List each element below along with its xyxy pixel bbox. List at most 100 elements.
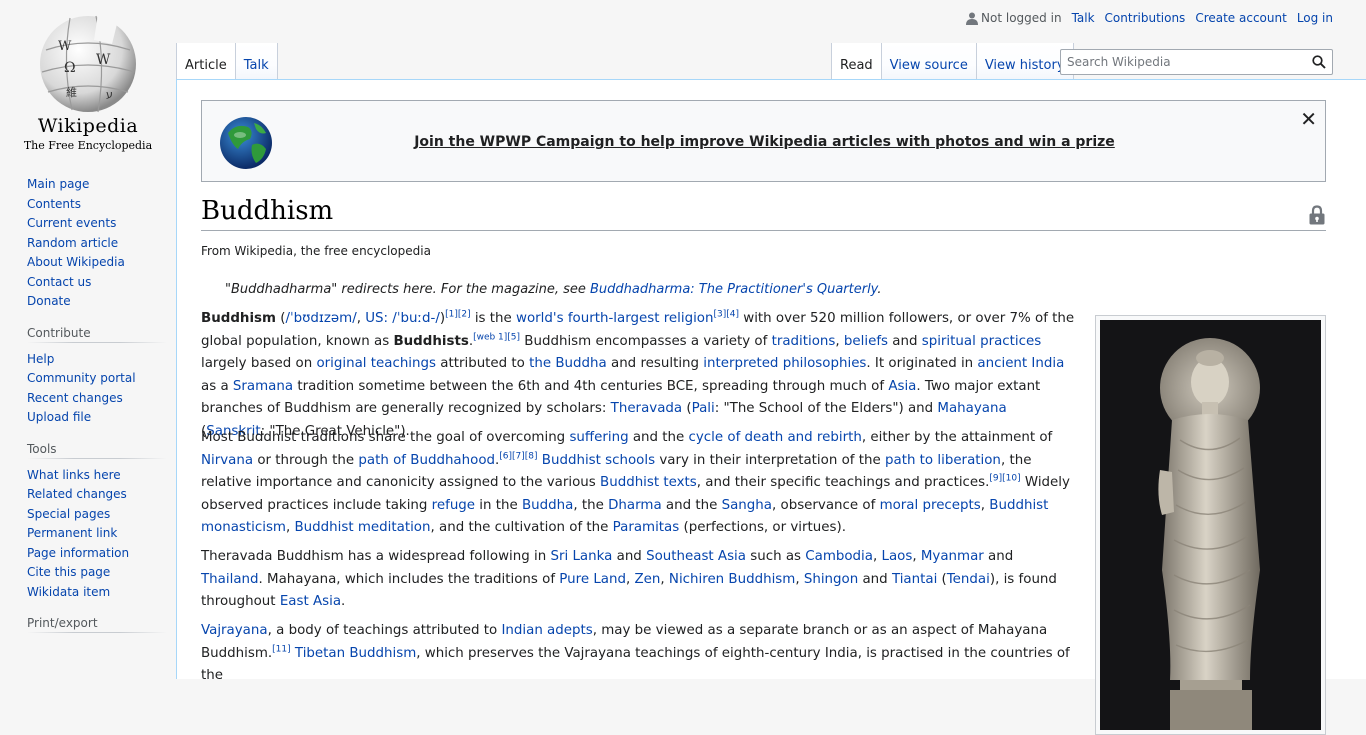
hatnote-link[interactable]: Buddhadharma: The Practitioner's Quarter… [590, 282, 877, 297]
reference-link[interactable]: [web 1][5] [473, 332, 520, 342]
article-link[interactable]: the Buddha [529, 356, 607, 371]
article-link[interactable]: Sri Lanka [550, 549, 612, 564]
sidebar-tools: Tools What links here Related changes Sp… [27, 441, 176, 603]
article-link[interactable]: beliefs [844, 334, 888, 349]
article-link[interactable]: Buddhist schools [542, 453, 655, 468]
article-link[interactable]: Mahayana [937, 401, 1006, 416]
article-link[interactable]: Asia [888, 379, 916, 394]
article-link[interactable]: Sangha [722, 498, 772, 513]
article-link[interactable]: Pali [692, 401, 715, 416]
wikipedia-logo[interactable]: W Ω W 維 ע Wikipedia The Free Encyclopedi… [0, 0, 176, 160]
tab-view-history[interactable]: View history [975, 43, 1074, 80]
article-link[interactable]: Thailand [201, 572, 259, 587]
article-link[interactable]: Buddhist meditation [295, 520, 431, 535]
article-link[interactable]: path to liberation [885, 453, 1001, 468]
sidebar-item-upload-file[interactable]: Upload file [27, 410, 91, 424]
article-link[interactable]: Dharma [608, 498, 662, 513]
sidebar-item-contents[interactable]: Contents [27, 197, 81, 211]
reference-link[interactable]: [11] [272, 644, 290, 654]
article-link[interactable]: Zen [635, 572, 661, 587]
article-link[interactable]: Tiantai [892, 572, 937, 587]
article-link[interactable]: Vajrayana [201, 623, 268, 638]
reference-link[interactable]: [3][4] [714, 310, 740, 320]
article-link[interactable]: cycle of death and rebirth [689, 430, 862, 445]
sidebar-item-random-article[interactable]: Random article [27, 236, 118, 250]
search-icon[interactable] [1312, 55, 1326, 69]
lock-icon[interactable] [1309, 205, 1325, 225]
article-link[interactable]: Pure Land [559, 572, 626, 587]
article-link[interactable]: East Asia [280, 594, 341, 609]
article-link[interactable]: Southeast Asia [646, 549, 746, 564]
article-link[interactable]: Sramana [233, 379, 293, 394]
sidebar-heading-print-export[interactable]: Print/export [27, 616, 167, 634]
article-link[interactable]: Tendai [947, 572, 990, 587]
us-pronunciation-link[interactable]: US: [365, 311, 388, 326]
sidebar-item-what-links-here[interactable]: What links here [27, 468, 121, 482]
sidebar-item-permanent-link[interactable]: Permanent link [27, 526, 117, 540]
campaign-banner-link[interactable]: Join the WPWP Campaign to help improve W… [202, 134, 1327, 150]
ipa-link-us[interactable]: /ˈbuːd-/ [388, 311, 440, 326]
talk-link[interactable]: Talk [1072, 11, 1095, 25]
tab-read[interactable]: Read [831, 43, 881, 80]
article-link[interactable]: spiritual practices [922, 334, 1041, 349]
sidebar-item-cite-this-page[interactable]: Cite this page [27, 565, 110, 579]
article-link[interactable]: original teachings [316, 356, 436, 371]
sidebar-item-community-portal[interactable]: Community portal [27, 371, 136, 385]
sidebar-navigation: Main page Contents Current events Random… [27, 175, 176, 312]
article-link[interactable]: Nichiren Buddhism [669, 572, 795, 587]
sidebar-heading-contribute: Contribute [27, 325, 167, 344]
reference-link[interactable]: [9][10] [989, 474, 1020, 484]
sidebar-item-page-information[interactable]: Page information [27, 546, 129, 560]
sidebar-item-wikidata-item[interactable]: Wikidata item [27, 585, 110, 599]
text: and [888, 333, 922, 349]
sidebar-item-recent-changes[interactable]: Recent changes [27, 391, 123, 405]
article-link[interactable]: Theravada [611, 401, 682, 416]
reference-link[interactable]: [6][7][8] [499, 451, 537, 461]
logo-wordmark: Wikipedia [37, 115, 139, 137]
article-link[interactable]: Paramitas [613, 520, 680, 535]
sidebar-heading-tools: Tools [27, 441, 167, 460]
sidebar-print-export: Print/export [27, 616, 176, 634]
article-link[interactable]: traditions [772, 334, 836, 349]
tab-view-history-label: View history [984, 58, 1065, 73]
article-link[interactable]: Shingon [804, 572, 858, 587]
article-link[interactable]: refuge [432, 498, 475, 513]
article-link[interactable]: ancient India [977, 356, 1064, 371]
sidebar-item-about-wikipedia[interactable]: About Wikipedia [27, 255, 125, 269]
contributions-link[interactable]: Contributions [1105, 11, 1186, 25]
article-link[interactable]: Cambodia [805, 549, 873, 564]
not-logged-in: Not logged in [966, 11, 1062, 25]
reference-link[interactable]: [1][2] [445, 310, 471, 320]
create-account-link[interactable]: Create account [1195, 11, 1287, 25]
sidebar-item-main-page[interactable]: Main page [27, 177, 89, 191]
sidebar-item-help[interactable]: Help [27, 352, 54, 366]
text: vary in their interpretation of the [655, 452, 885, 468]
tab-talk[interactable]: Talk [234, 43, 278, 80]
sidebar-item-contact-us[interactable]: Contact us [27, 275, 91, 289]
article-link[interactable]: path of Buddhahood [358, 453, 495, 468]
ipa-link[interactable]: /ˈbʊdɪzəm/ [285, 311, 356, 326]
article-link[interactable]: Laos [882, 549, 913, 564]
article-link[interactable]: Tibetan Buddhism [295, 646, 416, 661]
tab-article[interactable]: Article [176, 43, 235, 80]
article-link[interactable]: Nirvana [201, 453, 253, 468]
text: largely based on [201, 356, 317, 371]
log-in-link[interactable]: Log in [1297, 11, 1333, 25]
sidebar-item-current-events[interactable]: Current events [27, 216, 116, 230]
article-link[interactable]: world's fourth-largest religion [516, 311, 713, 326]
sidebar-item-related-changes[interactable]: Related changes [27, 487, 127, 501]
article-link[interactable]: moral precepts [880, 498, 981, 513]
article-link[interactable]: Buddhist texts [600, 475, 697, 490]
sidebar-item-special-pages[interactable]: Special pages [27, 507, 110, 521]
article-link[interactable]: Indian adepts [501, 623, 592, 638]
sidebar-item-donate[interactable]: Donate [27, 294, 71, 308]
article-link[interactable]: Myanmar [921, 549, 984, 564]
article-link[interactable]: Buddha [522, 498, 573, 513]
tab-view-source[interactable]: View source [880, 43, 976, 80]
article-link[interactable]: interpreted philosophies [703, 356, 866, 371]
search-input[interactable] [1061, 50, 1301, 74]
article-link[interactable]: suffering [569, 430, 628, 445]
text: as a [201, 378, 233, 394]
infobox-image[interactable] [1095, 315, 1326, 735]
close-icon[interactable]: ✕ [1300, 107, 1317, 131]
